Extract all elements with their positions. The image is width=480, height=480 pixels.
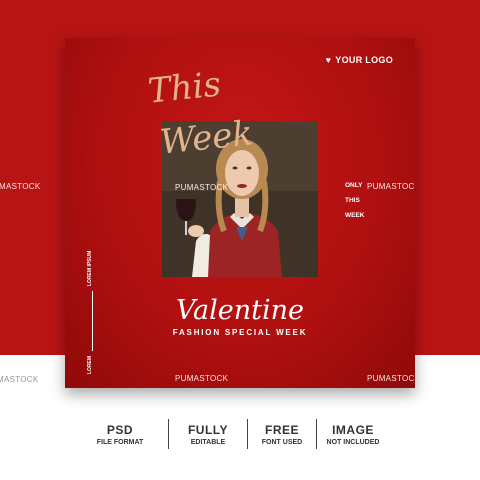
- feature-title: PSD: [106, 422, 134, 437]
- feature-editable: FULLY EDITABLE: [169, 423, 247, 446]
- script-heading-line1: This: [146, 64, 223, 112]
- vertical-text-top: LOREM IPSUM: [87, 250, 93, 286]
- heart-icon: ♥: [325, 55, 332, 65]
- social-post-card: ♥ YOUR LOGO This Week ONLY THIS WEEK LOR…: [65, 38, 415, 388]
- watermark-bottom-right: PUMASTOCK: [367, 374, 415, 383]
- watermark-photo: PUMASTOCK: [175, 183, 229, 192]
- feature-title: FREE: [264, 422, 299, 437]
- watermark-bottom-center: PUMASTOCK: [175, 374, 229, 383]
- watermark-left: MASTOCK: [0, 182, 41, 191]
- feature-strip: PSD FILE FORMAT FULLY EDITABLE FREE FONT…: [88, 419, 408, 449]
- logo-text: YOUR LOGO: [335, 55, 393, 65]
- feature-sub: FILE FORMAT: [96, 438, 144, 446]
- only-this-week-text: ONLY THIS WEEK: [345, 178, 365, 223]
- feature-sub: FONT USED: [261, 438, 303, 446]
- feature-image: IMAGE NOT INCLUDED: [317, 423, 389, 446]
- feature-psd: PSD FILE FORMAT: [88, 423, 152, 446]
- feature-title: FULLY: [187, 422, 229, 437]
- side-text-line3: WEEK: [345, 212, 365, 219]
- subtitle: FASHION SPECIAL WEEK: [172, 328, 308, 337]
- watermark-left-bottom: MASTOCK: [0, 375, 39, 384]
- brand-logo: ♥ YOUR LOGO: [326, 55, 393, 65]
- side-text-line1: ONLY: [345, 182, 363, 189]
- valentine-title: Valentine: [176, 295, 304, 326]
- vertical-text-bottom: LOREM: [87, 355, 93, 374]
- feature-font: FREE FONT USED: [248, 423, 316, 446]
- feature-title: IMAGE: [332, 422, 374, 437]
- feature-sub: EDITABLE: [190, 438, 226, 446]
- side-text-line2: THIS: [345, 197, 360, 204]
- feature-sub: NOT INCLUDED: [326, 438, 380, 446]
- watermark-right: PUMASTOCK: [367, 182, 415, 191]
